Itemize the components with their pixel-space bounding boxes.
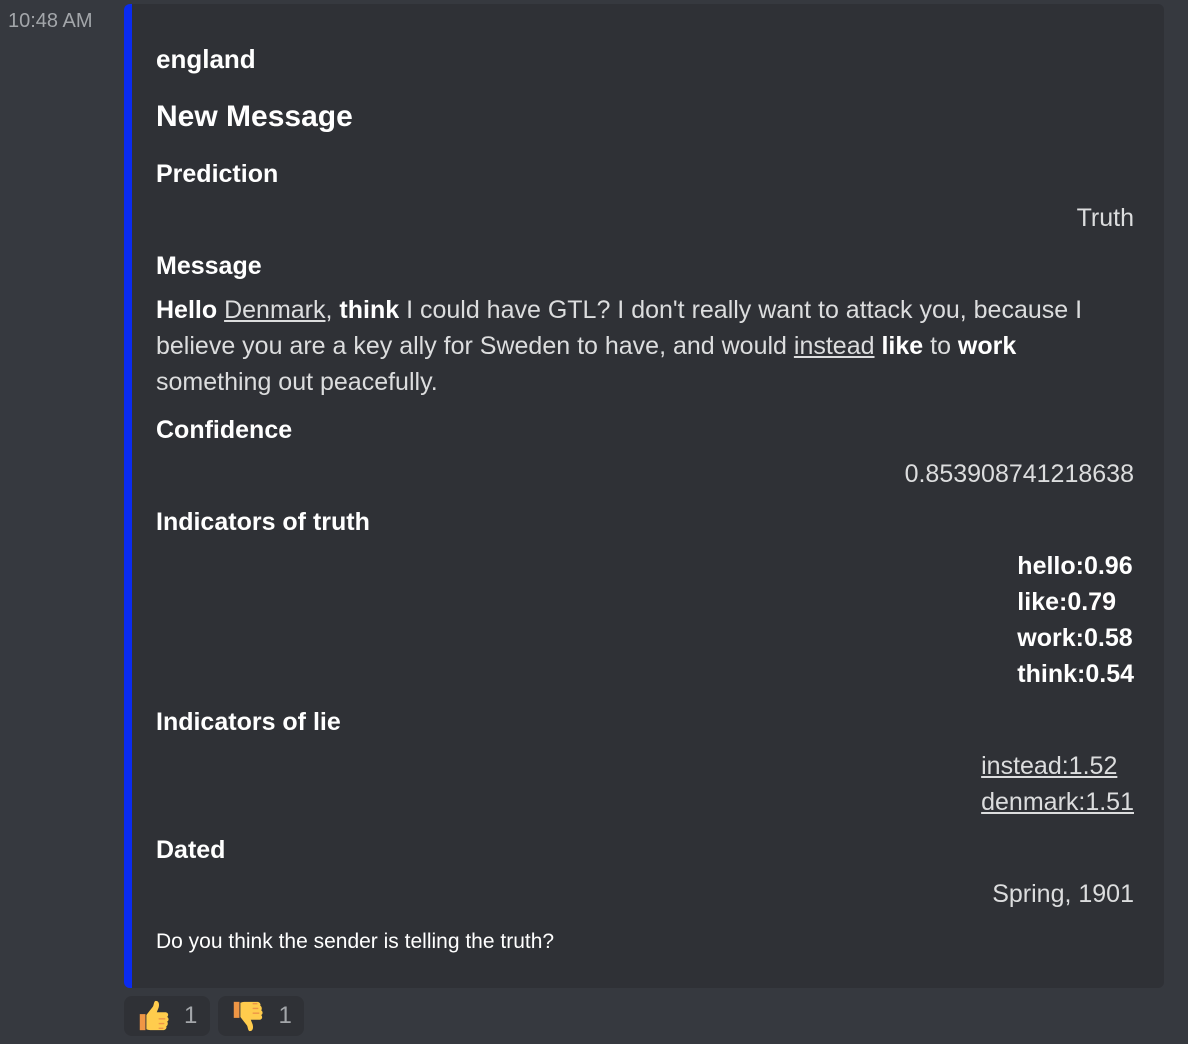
embed-footer: Do you think the sender is telling the t… (156, 930, 555, 953)
lie-indicator-item: denmark:1.51 (981, 788, 1134, 816)
message-segment: Hello (156, 296, 218, 324)
message-segment: , (325, 296, 340, 324)
reactions-bar: 1 1 (124, 996, 308, 1036)
field-name-indicators-truth: Indicators of truth (156, 508, 370, 536)
message-segment: like (881, 332, 924, 360)
field-name-dated: Dated (156, 836, 226, 864)
field-value-indicators-truth: hello:0.96 like:0.79 work:0.58 think:0.5… (1017, 548, 1134, 692)
field-value-dated: Spring, 1901 (992, 880, 1134, 908)
embed-author[interactable]: england (156, 44, 256, 75)
embed-title: New Message (156, 100, 353, 133)
message-segment: think (339, 296, 400, 324)
field-value-indicators-lie: instead:1.52 denmark:1.51 (981, 748, 1134, 820)
truth-indicator-item: work:0.58 (1017, 624, 1133, 652)
reaction-count: 1 (278, 1002, 292, 1029)
message-timestamp: 10:48 AM (8, 10, 93, 32)
field-value-message: Hello Denmark, think I could have GTL? I… (156, 292, 1134, 400)
field-name-message: Message (156, 252, 262, 280)
truth-indicator-item: like:0.79 (1017, 588, 1116, 616)
message-segment: work (957, 332, 1017, 360)
message-segment[interactable]: instead (794, 332, 875, 360)
lie-indicator-item: instead:1.52 (981, 752, 1118, 780)
field-value-confidence: 0.853908741218638 (904, 460, 1134, 488)
message-segment: to (923, 332, 958, 360)
field-name-prediction: Prediction (156, 160, 279, 188)
field-value-prediction: Truth (1076, 204, 1134, 232)
message-segment: something out peacefully. (156, 368, 438, 396)
field-name-confidence: Confidence (156, 416, 293, 444)
message-embed: england New Message Prediction Truth Mes… (124, 4, 1164, 988)
truth-indicator-item: think:0.54 (1017, 660, 1134, 688)
field-name-indicators-lie: Indicators of lie (156, 708, 341, 736)
reaction-thumbs-up[interactable]: 1 (124, 996, 210, 1036)
message-segment[interactable]: Denmark (224, 296, 325, 324)
thumbs-up-icon (139, 1000, 169, 1031)
truth-indicator-item: hello:0.96 (1017, 552, 1133, 580)
thumbs-down-icon (234, 1001, 264, 1032)
reaction-thumbs-down[interactable]: 1 (218, 996, 305, 1036)
reaction-count: 1 (184, 1002, 198, 1029)
